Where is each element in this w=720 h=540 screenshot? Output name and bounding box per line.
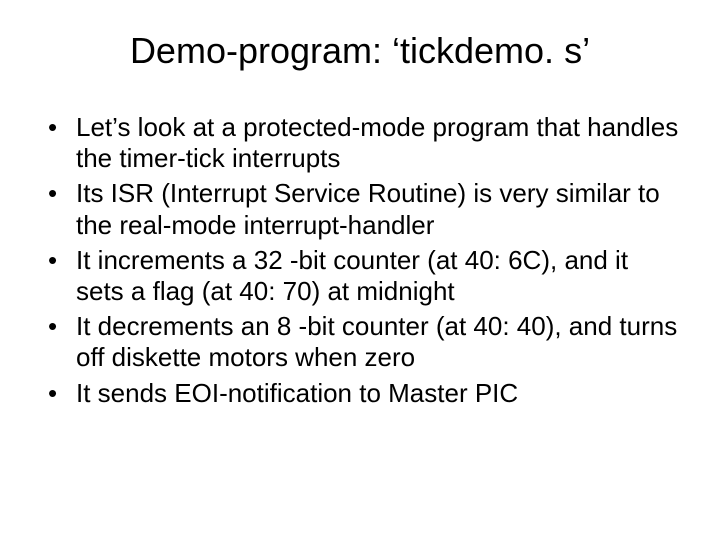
bullet-item: It sends EOI-notification to Master PIC (48, 378, 680, 409)
bullet-item: Its ISR (Interrupt Service Routine) is v… (48, 178, 680, 240)
bullet-item: It increments a 32 -bit counter (at 40: … (48, 245, 680, 307)
bullet-item: It decrements an 8 -bit counter (at 40: … (48, 311, 680, 373)
slide-title: Demo-program: ‘tickdemo. s’ (40, 30, 680, 72)
bullet-item: Let’s look at a protected-mode program t… (48, 112, 680, 174)
bullet-list: Let’s look at a protected-mode program t… (40, 112, 680, 409)
